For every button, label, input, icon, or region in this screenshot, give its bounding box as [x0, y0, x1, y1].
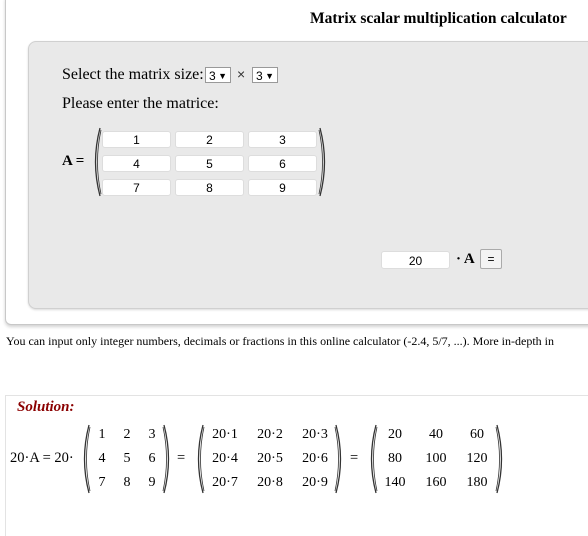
page-title: Matrix scalar multiplication calculator [310, 10, 567, 27]
sol-a-2-3: 6 [148, 451, 156, 466]
sol-result-2-1: 80 [388, 451, 402, 466]
sol-result-1-1: 20 [388, 427, 402, 442]
left-paren [94, 127, 102, 197]
left-paren [197, 424, 205, 494]
matrix-a-label-text: A = [62, 153, 85, 169]
matrix-cell-3-3[interactable]: 9 [248, 179, 317, 196]
right-paren [334, 424, 342, 494]
sol-a-2-2: 5 [123, 451, 131, 466]
sol-expr-2-3: 20·6 [302, 451, 328, 466]
matrix-a-label: A = [62, 153, 84, 170]
matrix-cell-1-3[interactable]: 3 [248, 131, 317, 148]
calculate-button[interactable]: = [480, 249, 502, 269]
sol-expr-1-3: 20·3 [302, 427, 328, 442]
sol-expr-2-2: 20·5 [257, 451, 283, 466]
cols-select-value: 3 [256, 69, 263, 83]
right-paren [495, 424, 503, 494]
right-paren [318, 127, 326, 197]
sol-a-3-2: 8 [123, 475, 131, 490]
sol-result-1-2: 40 [429, 427, 443, 442]
sol-expr-3-2: 20·8 [257, 475, 283, 490]
equals-sign: = [350, 450, 359, 466]
rows-select-value: 3 [209, 69, 216, 83]
matrix-cell-2-1[interactable]: 4 [102, 155, 171, 172]
times-symbol: × [237, 66, 246, 82]
scalar-input[interactable]: 20 [381, 251, 450, 269]
sol-expr-3-3: 20·9 [302, 475, 328, 490]
rows-select[interactable]: 3 ▼ [205, 67, 231, 83]
matrix-cell-2-3[interactable]: 6 [248, 155, 317, 172]
sol-a-1-3: 3 [148, 427, 156, 442]
matrix-size-label: Select the matrix size: [62, 66, 204, 83]
sol-expr-1-1: 20·1 [212, 427, 238, 442]
matrix-cell-3-1[interactable]: 7 [102, 179, 171, 196]
matrix-cell-1-1[interactable]: 1 [102, 131, 171, 148]
left-paren [370, 424, 378, 494]
cols-select[interactable]: 3 ▼ [252, 67, 278, 83]
enter-matrix-label: Please enter the matrice: [62, 95, 219, 112]
sol-expr-3-1: 20·7 [212, 475, 238, 490]
sol-a-1-2: 2 [123, 427, 131, 442]
sol-expr-2-1: 20·4 [212, 451, 238, 466]
sol-result-2-3: 120 [466, 451, 488, 466]
sol-a-1-1: 1 [98, 427, 106, 442]
solution-lhs: 20·A = 20· [10, 450, 74, 466]
dot-a-label: · A [456, 251, 475, 268]
right-paren [162, 424, 170, 494]
sol-a-3-3: 9 [148, 475, 156, 490]
sol-result-1-3: 60 [470, 427, 484, 442]
sol-result-2-2: 100 [425, 451, 447, 466]
matrix-cell-1-2[interactable]: 2 [175, 131, 244, 148]
sol-a-3-1: 7 [98, 475, 106, 490]
matrix-cell-2-2[interactable]: 5 [175, 155, 244, 172]
sol-a-2-1: 4 [98, 451, 106, 466]
left-paren [83, 424, 91, 494]
equals-sign: = [177, 450, 186, 466]
dot-a-text: · A [456, 251, 475, 267]
sol-result-3-3: 180 [466, 475, 488, 490]
chevron-down-icon: ▼ [265, 71, 274, 81]
chevron-down-icon: ▼ [218, 71, 227, 81]
input-note: You can input only integer numbers, deci… [6, 334, 554, 348]
matrix-cell-3-2[interactable]: 8 [175, 179, 244, 196]
sol-result-3-1: 140 [384, 475, 406, 490]
sol-expr-1-2: 20·2 [257, 427, 283, 442]
solution-title: Solution: [17, 399, 75, 415]
sol-result-3-2: 160 [425, 475, 447, 490]
